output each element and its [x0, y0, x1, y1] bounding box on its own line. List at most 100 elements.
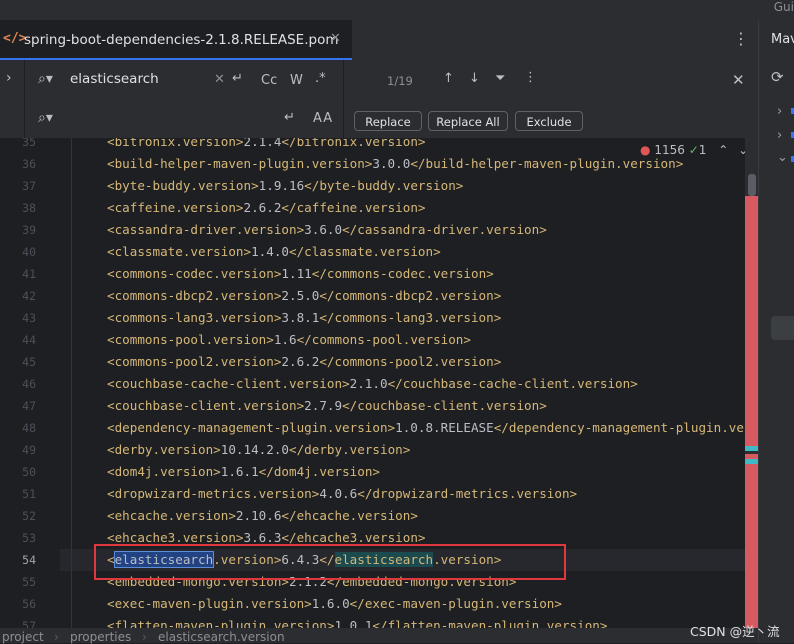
- code-line[interactable]: <commons-pool2.version>2.6.2</commons-po…: [107, 354, 501, 369]
- match-case-toggle[interactable]: Cc: [261, 73, 277, 88]
- line-number: 41: [22, 267, 36, 281]
- code-line[interactable]: <flatten-maven-plugin.version>1.0.1</fla…: [107, 618, 607, 628]
- breadcrumb-item[interactable]: project: [2, 630, 44, 644]
- gutter-tab-label[interactable]: Gui: [774, 0, 794, 14]
- find-replace-panel: › ⌕▾ elasticsearch ✕ ↵ Cc W .* ⌕▾ ↵ A A …: [0, 60, 758, 139]
- line-number: 43: [22, 311, 36, 325]
- tab-more-icon[interactable]: ⋮: [733, 29, 749, 48]
- line-number: 35: [22, 138, 36, 149]
- line-number: 51: [22, 487, 36, 501]
- preserve-case-icon[interactable]: A A: [313, 111, 332, 126]
- reload-icon[interactable]: ⟳: [771, 68, 784, 86]
- code-line[interactable]: <commons-dbcp2.version>2.5.0</commons-db…: [107, 288, 501, 303]
- line-number: 48: [22, 421, 36, 435]
- search-icon[interactable]: ⌕▾: [38, 71, 53, 87]
- code-line[interactable]: <commons-lang3.version>3.8.1</commons-la…: [107, 310, 501, 325]
- code-line[interactable]: <ehcache3.version>3.6.3</ehcache3.versio…: [107, 530, 426, 545]
- panel-button[interactable]: [771, 316, 794, 340]
- find-field[interactable]: ⌕▾ elasticsearch ✕ ↵ Cc W .*: [24, 60, 344, 99]
- new-line-icon[interactable]: ↵: [232, 71, 243, 86]
- line-number: 50: [22, 465, 36, 479]
- error-marks: [745, 196, 758, 448]
- line-number: 36: [22, 157, 36, 171]
- line-number: 46: [22, 377, 36, 391]
- editor-tab[interactable]: </> spring-boot-dependencies-2.1.8.RELEA…: [0, 20, 352, 60]
- error-marks: [745, 454, 758, 628]
- check-icon: ✓: [688, 143, 699, 157]
- code-editor[interactable]: 35 36 37 38 39 40 41 42 43 44 45 46 47 48 49 50 51 52 53 54…: [0, 138, 745, 628]
- close-tab-icon[interactable]: ✕: [330, 31, 341, 46]
- scrollbar-thumb[interactable]: [748, 174, 756, 196]
- code-line[interactable]: <ehcache.version>2.10.6</ehcache.version…: [107, 508, 418, 523]
- code-line[interactable]: <dependency-management-plugin.version>1.…: [107, 420, 745, 435]
- tab-title[interactable]: spring-boot-dependencies-2.1.8.RELEASE.p…: [24, 32, 338, 48]
- code-line[interactable]: <derby.version>10.14.2.0</derby.version>: [107, 442, 410, 457]
- next-match-icon[interactable]: ↓: [469, 71, 480, 86]
- code-line[interactable]: <commons-codec.version>1.11</commons-cod…: [107, 266, 494, 281]
- line-number: 47: [22, 399, 36, 413]
- line-number: 42: [22, 289, 36, 303]
- line-number: 40: [22, 245, 36, 259]
- filter-icon[interactable]: ⏷: [495, 71, 505, 86]
- code-line[interactable]: <dropwizard-metrics.version>4.0.6</dropw…: [107, 486, 577, 501]
- line-number: 55: [22, 575, 36, 589]
- maven-tool-window: Mav ⟳ › › ⌄: [758, 20, 794, 643]
- code-line[interactable]: <caffeine.version>2.6.2</caffeine.versio…: [107, 200, 426, 215]
- code-line[interactable]: <couchbase-cache-client.version>2.1.0</c…: [107, 376, 638, 391]
- code-line[interactable]: <dom4j.version>1.6.1</dom4j.version>: [107, 464, 380, 479]
- replace-button[interactable]: Replace: [354, 111, 422, 131]
- code-line[interactable]: <bitronix.version>2.1.4</bitronix.versio…: [107, 138, 426, 149]
- code-line[interactable]: <exec-maven-plugin.version>1.6.0</exec-m…: [107, 596, 562, 611]
- ok-count: 1: [698, 143, 707, 157]
- search-gutter: ›: [0, 60, 25, 138]
- regex-toggle[interactable]: .*: [315, 71, 326, 86]
- toggle-replace-chevron-icon[interactable]: ›: [6, 70, 12, 86]
- previous-match-icon[interactable]: ↑: [443, 71, 454, 86]
- breadcrumb-item[interactable]: properties: [70, 630, 131, 644]
- code-line[interactable]: <byte-buddy.version>1.9.16</byte-buddy.v…: [107, 178, 463, 193]
- code-line[interactable]: <couchbase-client.version>2.7.9</couchba…: [107, 398, 547, 413]
- close-search-icon[interactable]: ✕: [732, 71, 745, 89]
- line-number: 39: [22, 223, 36, 237]
- code-line[interactable]: <build-helper-maven-plugin.version>3.0.0…: [107, 156, 683, 171]
- inspection-indicators[interactable]: ● 1156 ✓1 ⌃ ⌄: [636, 143, 753, 157]
- whole-words-toggle[interactable]: W: [290, 73, 303, 88]
- code-line[interactable]: <commons-pool.version>1.6</commons-pool.…: [107, 332, 471, 347]
- editor-tab-bar: </> spring-boot-dependencies-2.1.8.RELEA…: [0, 20, 758, 61]
- annotation-red-box: [94, 544, 566, 580]
- previous-highlight-icon[interactable]: ⌃: [718, 143, 728, 157]
- clear-search-icon[interactable]: ✕: [214, 72, 225, 87]
- error-count: 1156: [654, 143, 685, 157]
- title-strip: Gui: [0, 0, 794, 20]
- maven-panel-title: Mav: [771, 32, 794, 47]
- line-number: 54: [22, 553, 36, 567]
- line-number: 49: [22, 443, 36, 457]
- line-number: 38: [22, 201, 36, 215]
- expand-chevron-icon[interactable]: ›: [777, 104, 782, 119]
- replace-all-button[interactable]: Replace All: [428, 111, 508, 131]
- replace-search-icon[interactable]: ⌕▾: [38, 110, 53, 126]
- line-number: 52: [22, 509, 36, 523]
- search-input[interactable]: elasticsearch: [70, 71, 159, 87]
- line-number-gutter: 35 36 37 38 39 40 41 42 43 44 45 46 47 48 49 50 51 52 53 54…: [0, 138, 60, 628]
- line-number: 44: [22, 333, 36, 347]
- code-line[interactable]: <cassandra-driver.version>3.6.0</cassand…: [107, 222, 547, 237]
- more-options-icon[interactable]: ⋮: [524, 70, 537, 85]
- replace-field[interactable]: ⌕▾ ↵ A A: [24, 99, 344, 138]
- exclude-button[interactable]: Exclude: [515, 111, 583, 131]
- xml-file-icon: </>: [3, 31, 27, 46]
- breadcrumb-item[interactable]: elasticsearch.version: [158, 630, 285, 644]
- breadcrumb-separator: ›: [142, 630, 147, 644]
- error-stripe[interactable]: [745, 138, 758, 628]
- collapse-chevron-icon[interactable]: ⌄: [777, 150, 788, 165]
- match-counter: 1/19: [387, 74, 413, 88]
- watermark: CSDN @逆丶流: [690, 624, 780, 639]
- breadcrumb: project › properties › elasticsearch.ver…: [0, 628, 758, 644]
- preserve-newline-icon[interactable]: ↵: [284, 110, 295, 125]
- line-number: 53: [22, 531, 36, 545]
- expand-chevron-icon[interactable]: ›: [777, 128, 782, 143]
- line-number: 56: [22, 597, 36, 611]
- code-line[interactable]: <classmate.version>1.4.0</classmate.vers…: [107, 244, 441, 259]
- indent-guide: [71, 138, 72, 628]
- error-icon: ●: [640, 143, 651, 157]
